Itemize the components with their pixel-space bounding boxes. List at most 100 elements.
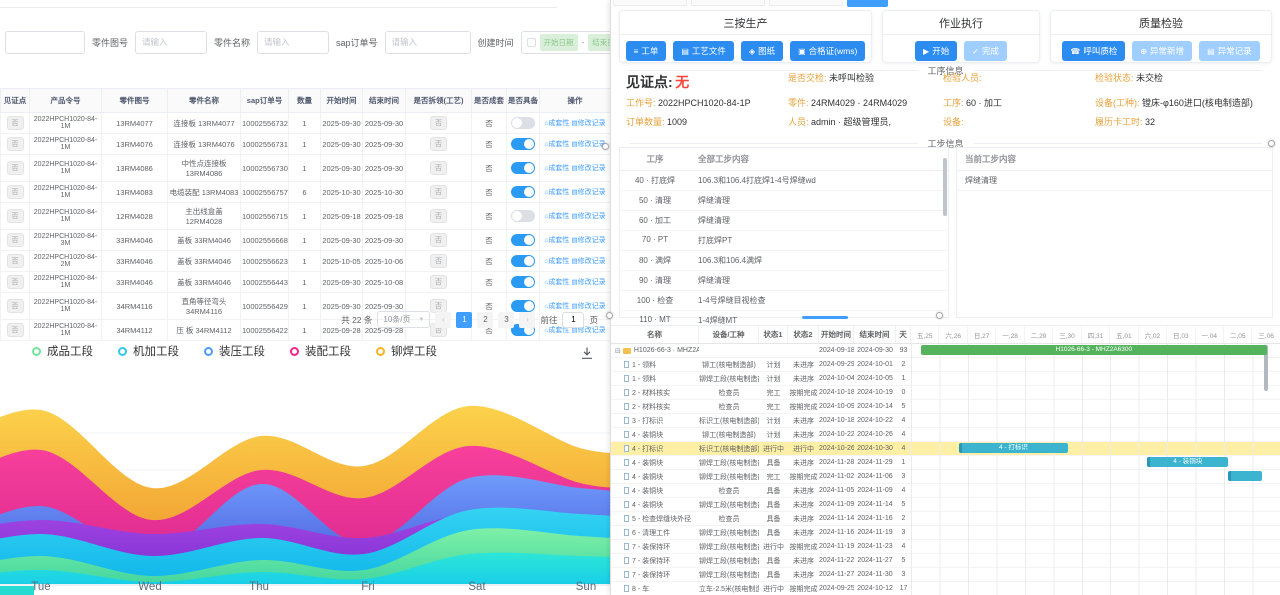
download-icon[interactable] (580, 346, 594, 365)
sap-order-input[interactable] (385, 31, 471, 54)
ready-toggle[interactable] (511, 276, 535, 288)
gantt-row[interactable]: 4 - 装铜块检查员具备未进序2024-11-052024-11-094 (611, 484, 1280, 498)
resize-handle[interactable] (936, 312, 943, 319)
completeness-link[interactable]: ⌂成套性 (544, 327, 569, 334)
steps-hscrollbar[interactable] (802, 316, 848, 319)
图纸-button[interactable]: ◈图纸 (741, 41, 783, 61)
ready-toggle[interactable] (511, 234, 535, 246)
completeness-link[interactable]: ⌂成套性 (544, 141, 569, 148)
completeness-link[interactable]: ⌂成套性 (544, 189, 569, 196)
工单-button[interactable]: ≡工单 (626, 41, 667, 61)
split-badge-button[interactable]: 否 (430, 137, 447, 151)
gantt-row[interactable]: 6 - 清理工件铆焊工段(核电制造部)具备未进序2024-11-162024-1… (611, 526, 1280, 540)
legend-item[interactable]: 机加工段 (118, 343, 179, 359)
开始-button[interactable]: ▶开始 (915, 41, 957, 61)
date-checkbox[interactable] (527, 38, 536, 47)
工艺文件-button[interactable]: ▤工艺文件 (673, 41, 734, 61)
gantt-row[interactable]: 5 - 检查焊缝块外径检查员具备未进序2024-11-142024-11-162 (611, 512, 1280, 526)
collapse-icon[interactable]: ⊟ (615, 347, 621, 355)
tab-inactive[interactable] (613, 0, 687, 6)
gantt-row[interactable]: ⊟H1026-66-3 · MHZ2A63002024-09-182024-09… (611, 344, 1280, 358)
gantt-row[interactable]: 4 - 装铜块铆焊工段(核电制造部)具备未进序2024-11-092024-11… (611, 498, 1280, 512)
gantt-row[interactable]: 1 - 领料铆工(核电制造部)计划未进序2024-09-292024-10-01… (611, 358, 1280, 372)
edit-record-link[interactable]: ▤修改记录 (571, 279, 605, 286)
gantt-row[interactable]: 4 - 装铜块铆焊工段(核电制造部)具备未进序2024-11-282024-11… (611, 456, 1280, 470)
edit-record-link[interactable]: ▤修改记录 (571, 213, 605, 220)
split-badge-button[interactable]: 否 (430, 161, 447, 175)
split-badge-button[interactable]: 否 (430, 254, 447, 268)
page-button-3[interactable]: 3 (498, 312, 514, 328)
gantt-row[interactable]: 1 - 领料铆焊工段(核电制造部)计划未进序2024-10-042024-10-… (611, 372, 1280, 386)
gantt-row[interactable]: 7 - 装保持环铆焊工段(核电制造部)进行中按期完成2024-11-192024… (611, 540, 1280, 554)
gantt-row[interactable]: 4 - 打标识标识工(核电制造部)进行中进行中2024-10-262024-10… (611, 442, 1280, 456)
gantt-bar[interactable] (1228, 471, 1262, 481)
edit-record-link[interactable]: ▤修改记录 (571, 258, 605, 265)
完成-button[interactable]: ✓完成 (964, 41, 1007, 61)
split-badge-button[interactable]: 否 (430, 209, 447, 223)
gantt-bar[interactable]: 4 - 装铜块 (1147, 457, 1228, 467)
edit-record-link[interactable]: ▤修改记录 (571, 327, 605, 334)
edit-record-link[interactable]: ▤修改记录 (571, 237, 605, 244)
ready-toggle[interactable] (511, 210, 535, 222)
tab-inactive[interactable] (769, 0, 843, 6)
legend-item[interactable]: 成品工段 (32, 343, 93, 359)
ready-toggle[interactable] (511, 186, 535, 198)
合格证(wms)-button[interactable]: ▣合格证(wms) (790, 41, 865, 61)
gantt-row[interactable]: 7 - 装保持环铆焊工段(核电制造部)具备未进序2024-11-272024-1… (611, 568, 1280, 582)
resize-handle[interactable] (602, 143, 609, 150)
ready-toggle[interactable] (511, 255, 535, 267)
step-row[interactable]: 90 · 清理焊缝清理 (620, 271, 948, 291)
gantt-row[interactable]: 2 - 材料核实检查员完工按期完成2024-10-182024-10-190 (611, 386, 1280, 400)
steps-scrollbar[interactable] (943, 158, 947, 216)
gantt-row[interactable]: 4 - 装铜块铆工(核电制造部)计划未进序2024-10-222024-10-2… (611, 428, 1280, 442)
gantt-bar[interactable]: H1026-66-3 - MHZ2A6300 (921, 345, 1267, 355)
part-drawing-input[interactable] (135, 31, 207, 54)
search-input-partial[interactable] (5, 31, 85, 54)
step-row[interactable]: 70 · PT打底焊PT (620, 231, 948, 251)
page-button-1[interactable]: 1 (456, 312, 472, 328)
part-name-input[interactable] (257, 31, 329, 54)
step-row[interactable]: 80 · 满焊106.3和106.4满焊 (620, 251, 948, 271)
gantt-row[interactable]: 8 - 车立车-2.5米(核电制造部)进行中按期完成2024-09-252024… (611, 582, 1280, 595)
step-row[interactable]: 60 · 加工焊缝清理 (620, 211, 948, 231)
completeness-link[interactable]: ⌂成套性 (544, 165, 569, 172)
edit-record-link[interactable]: ▤修改记录 (571, 303, 605, 310)
start-date-field[interactable]: 开始日期 (540, 34, 578, 51)
legend-item[interactable]: 铆焊工段 (376, 343, 437, 359)
goto-page-input[interactable] (562, 312, 584, 328)
edit-record-link[interactable]: ▤修改记录 (571, 165, 605, 172)
gantt-bar[interactable]: 4 - 打标识 (959, 443, 1067, 453)
split-badge-button[interactable]: 否 (430, 185, 447, 199)
page-size-select[interactable]: 10条/页 ▼ (377, 311, 430, 328)
edit-record-link[interactable]: ▤修改记录 (571, 120, 605, 127)
gantt-row[interactable]: 2 - 材料核实检查员完工按期完成2024-10-092024-10-145 (611, 400, 1280, 414)
resize-handle[interactable] (606, 312, 613, 319)
next-page-button[interactable]: › (519, 312, 535, 328)
异常新增-button[interactable]: ⊕异常新增 (1132, 41, 1192, 61)
step-row[interactable]: 40 · 打底焊106.3和106.4打底焊1-4号焊缝wd (620, 171, 948, 191)
gantt-row[interactable]: 3 - 打标识标识工(核电制造部)计划未进序2024-10-182024-10-… (611, 414, 1280, 428)
split-badge-button[interactable]: 否 (430, 116, 447, 130)
ready-toggle[interactable] (511, 138, 535, 150)
呼叫质检-button[interactable]: ☎呼叫质检 (1062, 41, 1125, 61)
completeness-link[interactable]: ⌂成套性 (544, 120, 569, 127)
step-row[interactable]: 50 · 清理焊缝清理 (620, 191, 948, 211)
resize-handle[interactable] (1268, 140, 1275, 147)
gantt-row[interactable]: 7 - 装保持环铆焊工段(核电制造部)具备未进序2024-11-222024-1… (611, 554, 1280, 568)
ready-toggle[interactable] (511, 117, 535, 129)
completeness-link[interactable]: ⌂成套性 (544, 258, 569, 265)
异常记录-button[interactable]: ▤异常记录 (1199, 41, 1260, 61)
ready-toggle[interactable] (511, 162, 535, 174)
step-row[interactable]: 100 · 检查1-4号焊缝目视检查 (620, 291, 948, 311)
edit-record-link[interactable]: ▤修改记录 (571, 189, 605, 196)
legend-item[interactable]: 装配工段 (290, 343, 351, 359)
split-badge-button[interactable]: 否 (430, 275, 447, 289)
tab-inactive[interactable] (691, 0, 765, 6)
legend-item[interactable]: 装压工段 (204, 343, 265, 359)
completeness-link[interactable]: ⌂成套性 (544, 213, 569, 220)
prev-page-button[interactable]: ‹ (435, 312, 451, 328)
gantt-row[interactable]: 4 - 装铜块铆焊工段(核电制造部)完工按期完成2024-11-022024-1… (611, 470, 1280, 484)
completeness-link[interactable]: ⌂成套性 (544, 279, 569, 286)
completeness-link[interactable]: ⌂成套性 (544, 237, 569, 244)
edit-record-link[interactable]: ▤修改记录 (571, 141, 605, 148)
